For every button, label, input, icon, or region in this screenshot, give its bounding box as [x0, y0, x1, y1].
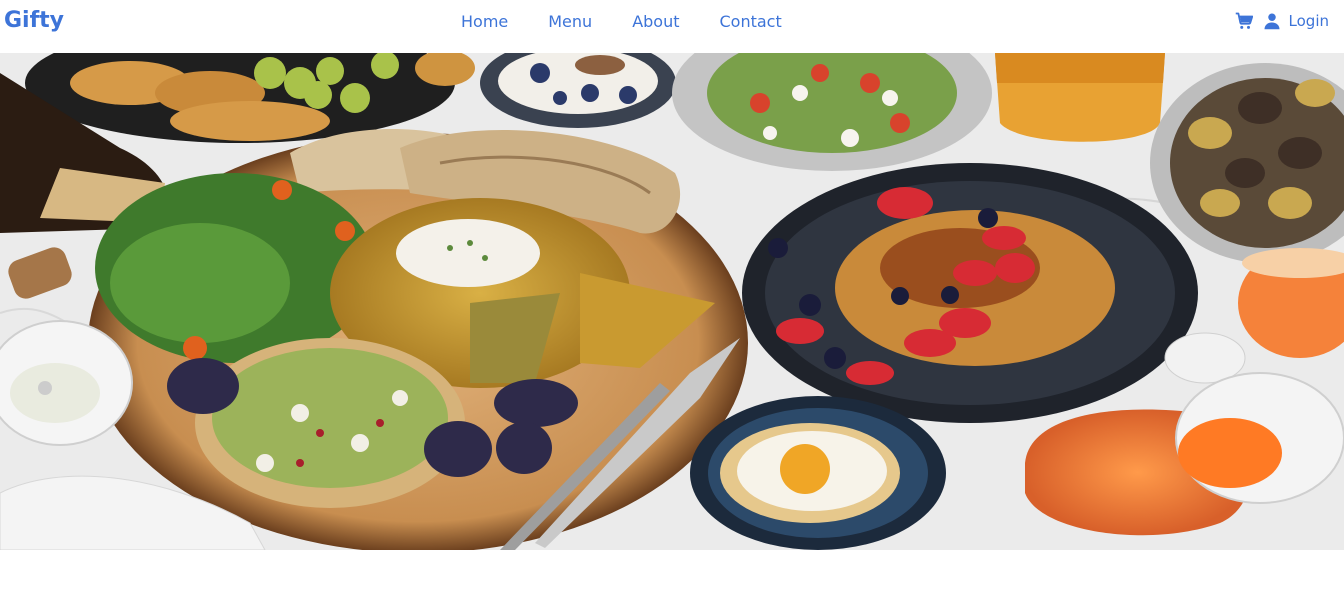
- cart-icon[interactable]: [1235, 12, 1253, 30]
- nav-link-home[interactable]: Home: [461, 12, 508, 31]
- brand-logo[interactable]: Gifty: [4, 8, 64, 33]
- nav-link-contact[interactable]: Contact: [720, 12, 782, 31]
- login-link[interactable]: Login: [1289, 12, 1329, 30]
- nav-link-about[interactable]: About: [632, 12, 679, 31]
- hero-image: [0, 53, 1344, 550]
- nav-link-menu[interactable]: Menu: [548, 12, 592, 31]
- user-icon: [1263, 12, 1281, 30]
- nav-links: Home Menu About Contact: [461, 12, 822, 31]
- navbar: Gifty Home Menu About Contact Login: [0, 0, 1344, 53]
- nav-right: Login: [1235, 12, 1329, 30]
